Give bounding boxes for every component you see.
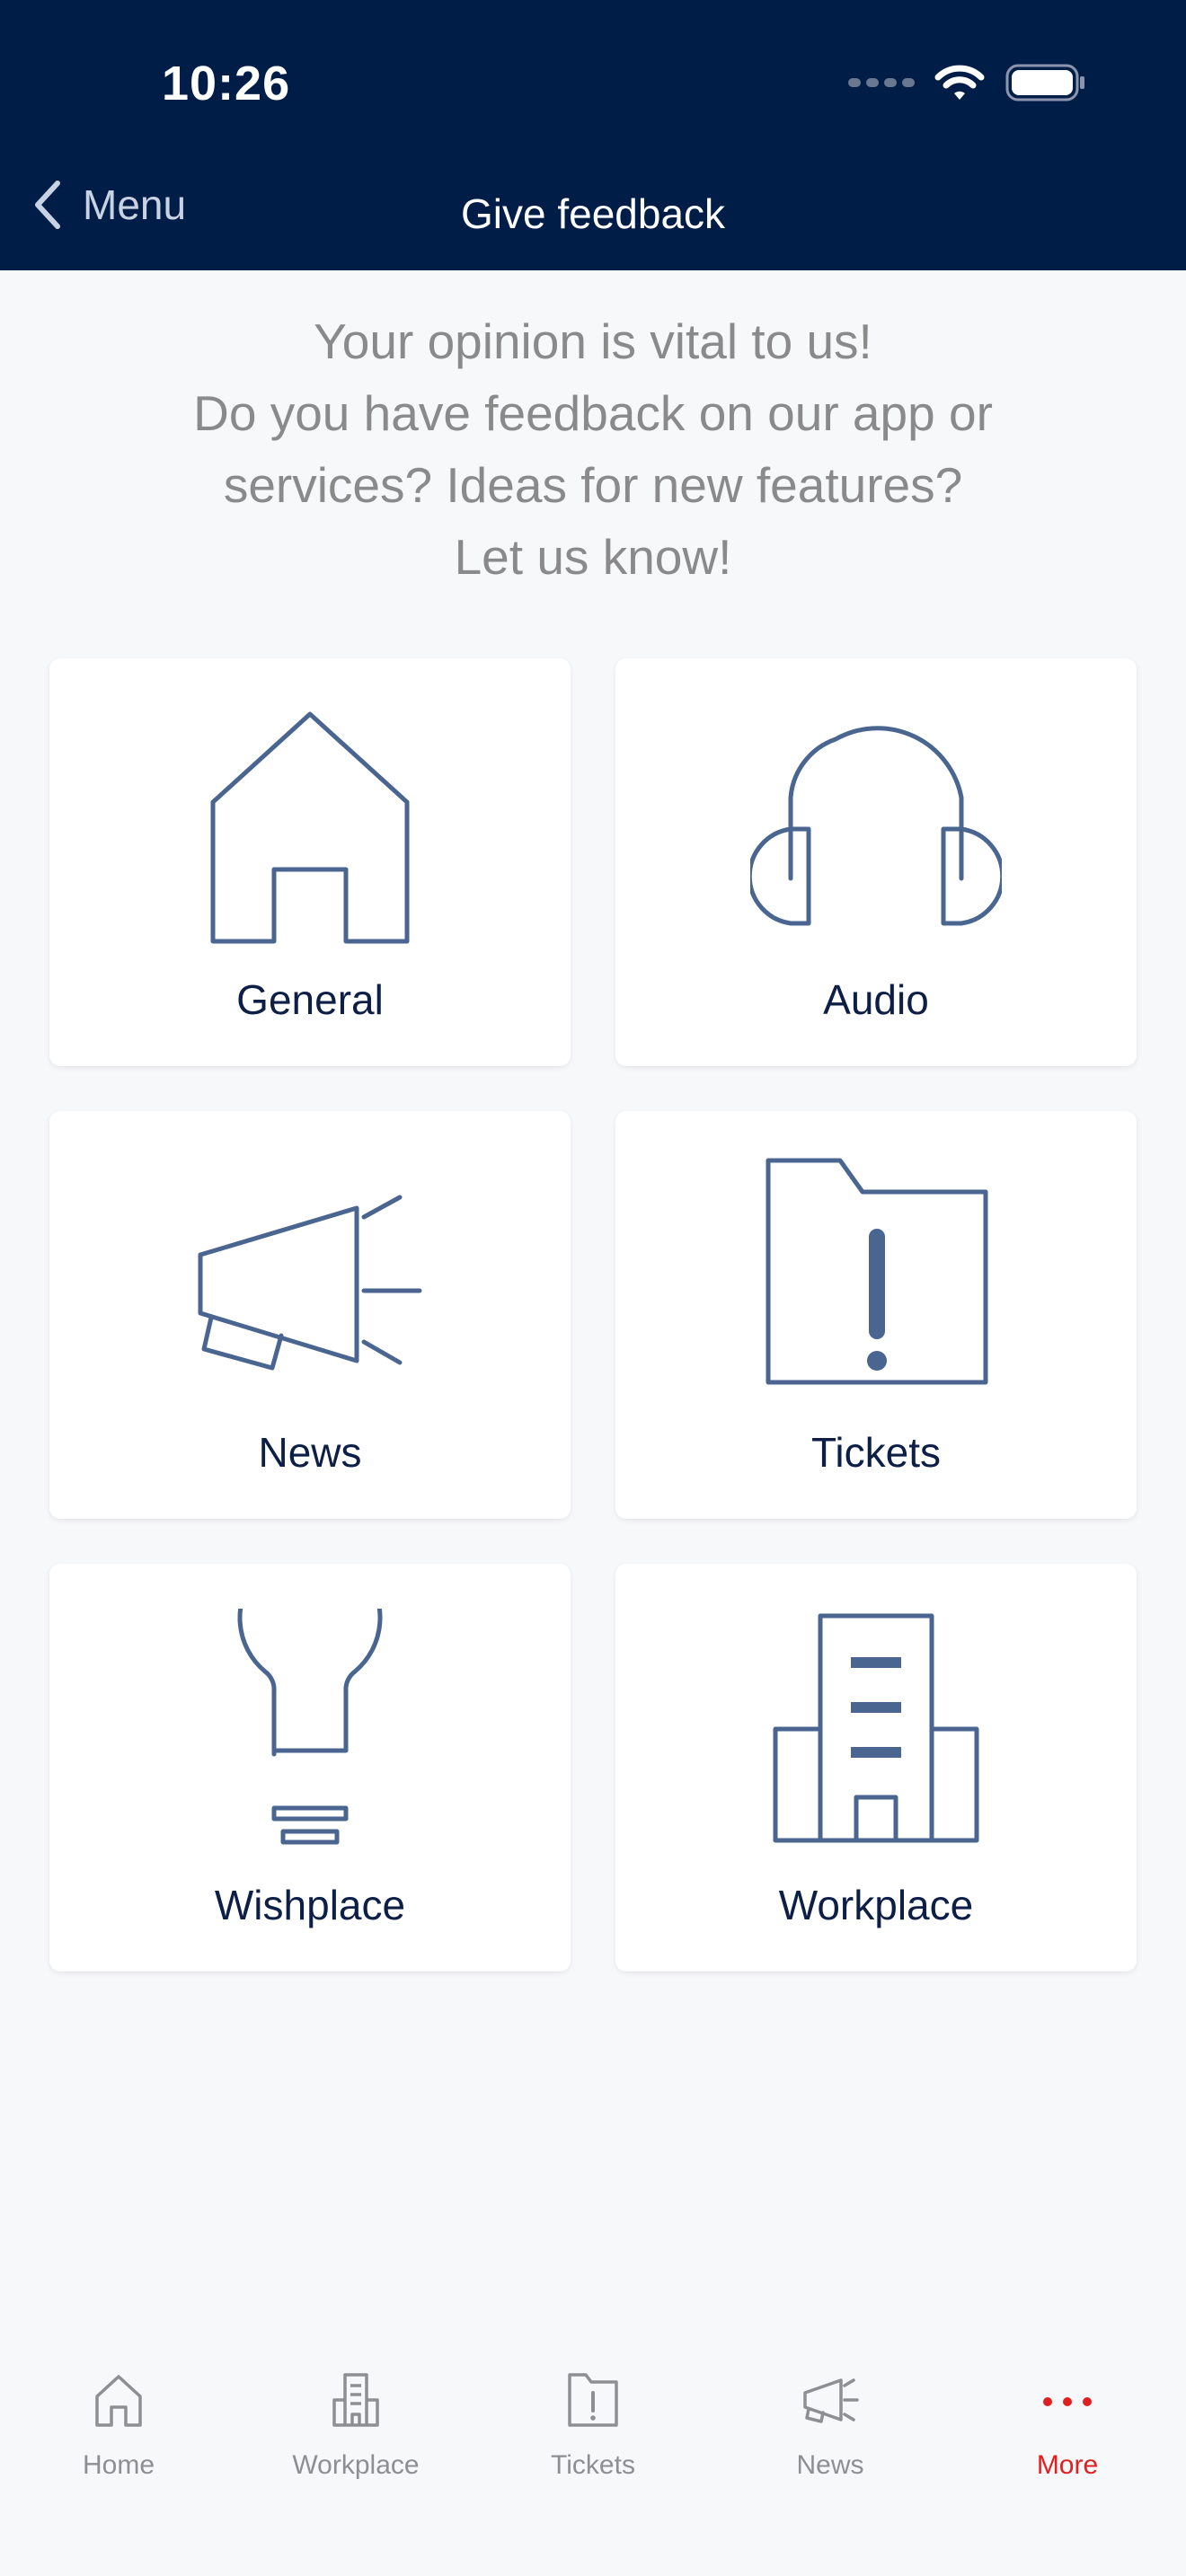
category-card-workplace[interactable]: Workplace bbox=[615, 1564, 1137, 1972]
intro-line: services? Ideas for new features? bbox=[223, 457, 963, 513]
tab-label: News bbox=[796, 2450, 864, 2480]
tab-label: Home bbox=[82, 2450, 155, 2480]
intro-line: Your opinion is vital to us! bbox=[314, 313, 872, 369]
intro-text: Your opinion is vital to us! Do you have… bbox=[90, 305, 1096, 593]
tab-news[interactable]: News bbox=[712, 2308, 949, 2576]
tab-label: More bbox=[1036, 2450, 1099, 2480]
app-header: 10:26 Menu Give feedback bbox=[0, 0, 1186, 270]
category-card-wishplace[interactable]: Wishplace bbox=[49, 1564, 571, 1972]
category-card-news[interactable]: News bbox=[49, 1111, 571, 1519]
feedback-category-grid: General Audio News Tickets Wishplace Wor… bbox=[49, 658, 1137, 1972]
category-label: News bbox=[258, 1429, 362, 1476]
home-icon bbox=[95, 2375, 142, 2427]
category-card-general[interactable]: General bbox=[49, 658, 571, 1066]
status-icons bbox=[848, 63, 1087, 102]
category-label: General bbox=[236, 976, 384, 1023]
more-dots-icon bbox=[1043, 2397, 1092, 2406]
bottom-tab-bar: Home Workplace Tickets News More bbox=[0, 2308, 1186, 2576]
category-card-audio[interactable]: Audio bbox=[615, 658, 1137, 1066]
tab-tickets[interactable]: Tickets bbox=[474, 2308, 712, 2576]
category-label: Audio bbox=[823, 976, 929, 1023]
category-label: Workplace bbox=[778, 1882, 974, 1928]
building-icon bbox=[773, 1613, 979, 1843]
tab-home[interactable]: Home bbox=[0, 2308, 237, 2576]
house-icon bbox=[210, 711, 410, 944]
megaphone-icon bbox=[198, 1195, 422, 1371]
page-title: Give feedback bbox=[460, 190, 726, 237]
tab-label: Workplace bbox=[292, 2450, 420, 2480]
cellular-signal-icon bbox=[848, 78, 915, 87]
wifi-icon bbox=[934, 65, 985, 100]
building-icon bbox=[332, 2373, 379, 2427]
intro-line: Do you have feedback on our app or bbox=[193, 385, 993, 441]
folder-alert-icon bbox=[568, 2373, 618, 2427]
headphones-icon bbox=[750, 726, 1002, 926]
category-label: Wishplace bbox=[214, 1882, 406, 1928]
folder-alert-icon bbox=[766, 1158, 988, 1385]
battery-icon bbox=[1005, 64, 1084, 101]
category-card-tickets[interactable]: Tickets bbox=[615, 1111, 1137, 1519]
megaphone-icon bbox=[803, 2378, 859, 2423]
intro-line: Let us know! bbox=[454, 529, 732, 585]
tab-label: Tickets bbox=[551, 2450, 635, 2480]
lightbulb-icon bbox=[237, 1609, 383, 1845]
category-label: Tickets bbox=[811, 1429, 941, 1476]
status-time: 10:26 bbox=[162, 57, 291, 110]
tab-workplace[interactable]: Workplace bbox=[237, 2308, 474, 2576]
tab-more[interactable]: More bbox=[949, 2308, 1186, 2576]
